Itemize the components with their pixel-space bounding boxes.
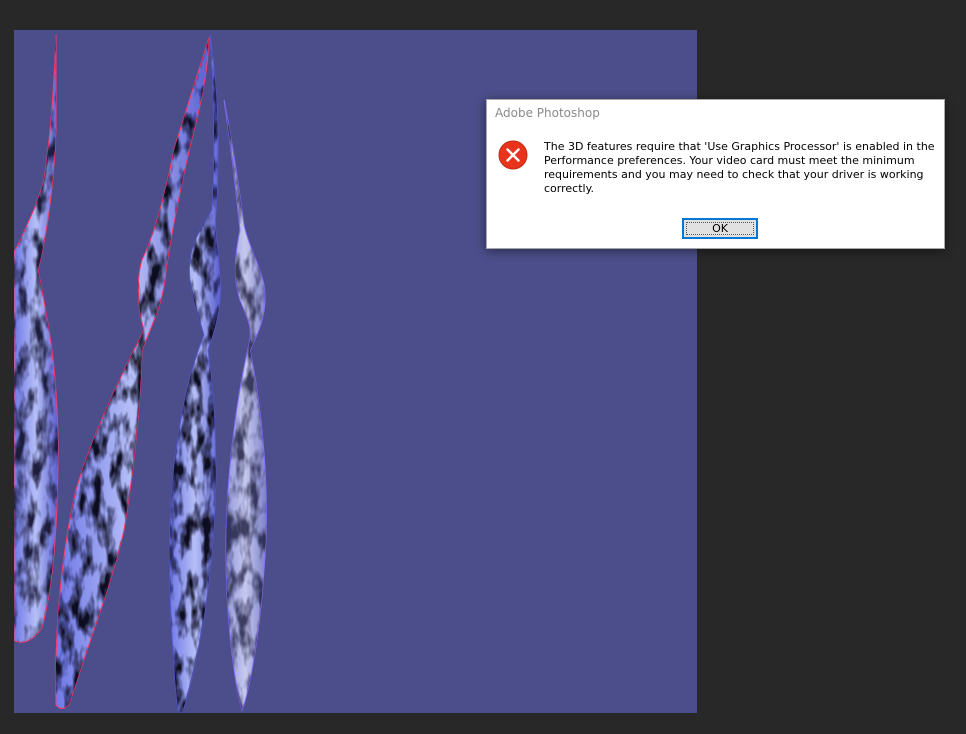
dialog-message: The 3D features require that 'Use Graphi… xyxy=(544,140,935,195)
leaf-shape-1 xyxy=(14,34,59,643)
focus-ring xyxy=(686,222,754,235)
leaf-shape-3 xyxy=(169,34,221,713)
error-icon xyxy=(498,140,528,170)
ok-button[interactable]: OK xyxy=(682,218,758,239)
dialog-title: Adobe Photoshop xyxy=(495,106,600,120)
leaf-shape-4 xyxy=(223,99,267,712)
error-dialog: Adobe Photoshop The 3D features require … xyxy=(486,99,945,249)
